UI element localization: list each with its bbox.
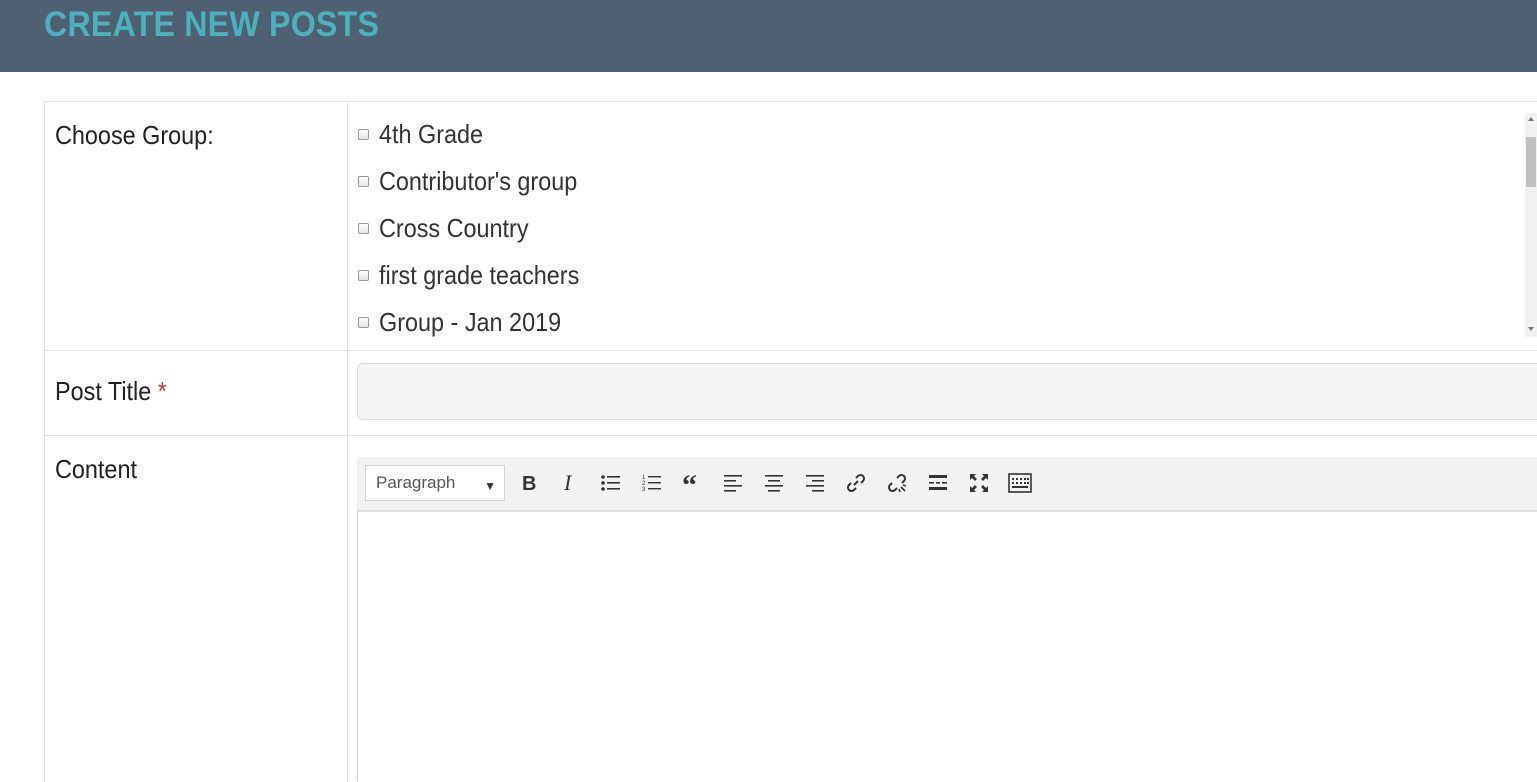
group-option-label: Group - Jan 2019 <box>379 306 562 337</box>
align-left-button[interactable] <box>718 467 748 499</box>
group-option[interactable]: Group - Jan 2019 <box>358 302 581 338</box>
group-option[interactable]: first grade teachers <box>358 255 602 295</box>
scroll-thumb[interactable] <box>1526 137 1536 187</box>
page-title: CREATE NEW POSTS <box>44 5 380 44</box>
required-marker: * <box>157 376 167 406</box>
bullet-list-button[interactable] <box>596 467 626 499</box>
fullscreen-icon <box>970 474 988 492</box>
editor-toolbar: Paragraph ▼ B I 1 2 3 “ <box>357 457 1537 511</box>
numbered-list-icon: 1 2 3 <box>642 475 661 493</box>
group-list-scrollbar[interactable] <box>1525 113 1537 337</box>
group-list[interactable]: 4th Grade Contributor's group Cross Coun… <box>358 114 1537 338</box>
svg-text:I: I <box>563 472 573 494</box>
group-checkbox[interactable] <box>358 175 369 187</box>
dropdown-caret-icon: ▼ <box>484 479 496 493</box>
page-header: CREATE NEW POSTS <box>0 0 1537 72</box>
unlink-icon <box>887 473 907 493</box>
post-title-input[interactable] <box>357 363 1537 420</box>
group-option-label: Cross Country <box>379 212 529 243</box>
align-right-button[interactable] <box>800 467 830 499</box>
group-checkbox[interactable] <box>358 316 369 328</box>
bold-button[interactable]: B <box>514 467 544 499</box>
numbered-list-button[interactable]: 1 2 3 <box>637 467 667 499</box>
group-row: Choose Group: 4th Grade Contributor's gr… <box>45 102 1537 351</box>
align-left-icon <box>724 475 742 492</box>
scroll-up-arrow-icon[interactable] <box>1528 117 1534 121</box>
group-option[interactable]: Cross Country <box>358 208 545 248</box>
format-select[interactable]: Paragraph ▼ <box>365 465 505 501</box>
align-center-icon <box>765 475 783 492</box>
link-button[interactable] <box>841 467 871 499</box>
post-title-label: Post Title * <box>55 376 167 407</box>
read-more-button[interactable] <box>923 467 953 499</box>
italic-button[interactable]: I <box>555 467 585 499</box>
group-option-label: first grade teachers <box>379 259 580 290</box>
svg-text:3: 3 <box>642 487 646 493</box>
format-select-value: Paragraph <box>376 473 456 492</box>
align-right-icon <box>806 475 824 492</box>
unlink-button[interactable] <box>882 467 912 499</box>
choose-group-label: Choose Group: <box>55 120 214 150</box>
blockquote-icon: “ <box>682 473 697 493</box>
group-option-label: Contributor's group <box>379 165 578 196</box>
content-editor[interactable] <box>357 511 1537 781</box>
group-checkbox[interactable] <box>358 269 369 281</box>
bold-icon: B <box>522 473 536 493</box>
group-checkbox[interactable] <box>358 128 369 140</box>
content-label: Content <box>55 454 137 484</box>
align-center-button[interactable] <box>759 467 789 499</box>
toolbar-toggle-icon <box>1008 473 1032 493</box>
link-icon <box>846 473 866 493</box>
scroll-down-arrow-icon[interactable] <box>1528 327 1534 331</box>
group-option-label: 4th Grade <box>379 118 484 149</box>
bullet-list-icon <box>601 475 620 491</box>
group-option[interactable]: 4th Grade <box>358 114 495 154</box>
fullscreen-button[interactable] <box>964 467 994 499</box>
blockquote-button[interactable]: “ <box>678 467 708 499</box>
svg-text:B: B <box>522 473 536 493</box>
read-more-icon <box>929 475 947 490</box>
svg-text:“: “ <box>682 473 697 493</box>
group-checkbox[interactable] <box>358 222 369 234</box>
toolbar-toggle-button[interactable] <box>1005 467 1035 499</box>
group-option[interactable]: Contributor's group <box>358 161 599 201</box>
post-title-label-text: Post Title <box>55 376 152 406</box>
italic-icon: I <box>563 472 573 494</box>
